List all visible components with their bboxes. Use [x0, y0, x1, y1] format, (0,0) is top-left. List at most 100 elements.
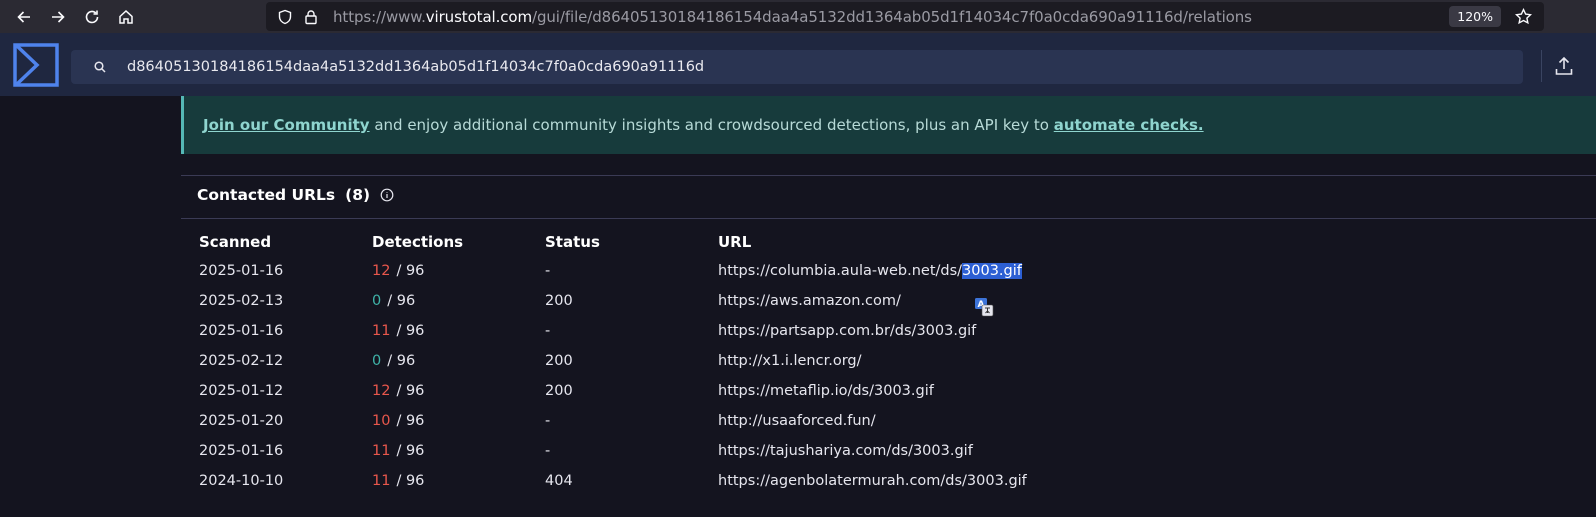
table-row[interactable]: 2025-02-12 0 / 96 200 http://x1.i.lencr.org/: [199, 346, 1299, 376]
back-button[interactable]: [7, 0, 41, 33]
translate-icon[interactable]: A: [974, 297, 994, 317]
home-button[interactable]: [109, 0, 143, 33]
star-icon[interactable]: [1515, 8, 1532, 25]
scanned-date: 2025-01-20: [199, 413, 284, 429]
status-code: -: [545, 413, 551, 429]
table-row[interactable]: 2025-01-12 12 / 96 200 https://metaflip.io/d…: [199, 376, 1299, 406]
detections-cell[interactable]: 12 / 96: [372, 263, 545, 279]
url-text: https://agenbolatermurah.com/ds/3003.gif: [718, 473, 1027, 489]
url-link[interactable]: http://x1.i.lencr.org/: [718, 353, 1218, 369]
community-banner: Join our Community and enjoy additional …: [181, 96, 1596, 154]
column-header-detections[interactable]: Detections: [372, 233, 545, 251]
detections-cell[interactable]: 0 / 96: [372, 353, 545, 369]
url-text: https://partsapp.com.br/ds/3003.gif: [718, 323, 977, 339]
section-title: Contacted URLs: [197, 186, 336, 204]
url-text: https://metaflip.io/ds/3003.gif: [718, 383, 934, 399]
detections-cell[interactable]: 0 / 96: [372, 293, 545, 309]
detections-cell[interactable]: 12 / 96: [372, 383, 545, 399]
address-bar[interactable]: https://www.virustotal.com/gui/file/d864…: [266, 2, 1544, 31]
detections-count: 11: [372, 323, 391, 339]
detections-count: 10: [372, 413, 391, 429]
info-icon[interactable]: [380, 188, 394, 202]
search-icon: [94, 61, 106, 73]
detections-cell[interactable]: 10 / 96: [372, 413, 545, 429]
detections-count: 0: [372, 293, 382, 309]
contacted-urls-table: Scanned Detections Status URL 2025-01-16…: [199, 228, 1299, 496]
url-link[interactable]: https://agenbolatermurah.com/ds/3003.gif: [718, 473, 1218, 489]
detections-total: / 96: [396, 443, 425, 459]
url-link[interactable]: https://metaflip.io/ds/3003.gif: [718, 383, 1218, 399]
url-selected-text: 3003.gif: [962, 263, 1022, 279]
detections-count: 12: [372, 383, 391, 399]
detections-total: / 96: [396, 263, 425, 279]
table-row[interactable]: 2025-01-16 12 / 96 - https://columbia.aula-w…: [199, 256, 1299, 286]
detections-count: 0: [372, 353, 382, 369]
column-header-url[interactable]: URL: [718, 233, 1218, 251]
table-row[interactable]: 2025-01-16 11 / 96 - https://partsapp.com.br…: [199, 316, 1299, 346]
url-text: https://columbia.aula-web.net/ds/: [718, 263, 963, 279]
detections-total: / 96: [396, 383, 425, 399]
column-header-scanned[interactable]: Scanned: [199, 233, 372, 251]
url-link[interactable]: http://usaaforced.fun/: [718, 413, 1218, 429]
url-text: https://aws.amazon.com/: [718, 293, 901, 309]
detections-cell[interactable]: 11 / 96: [372, 323, 545, 339]
automate-checks-link[interactable]: automate checks.: [1054, 116, 1204, 134]
table-row[interactable]: 2025-01-16 11 / 96 - https://tajushariya.com…: [199, 436, 1299, 466]
table-header: Scanned Detections Status URL: [199, 228, 1299, 256]
scanned-date: 2024-10-10: [199, 473, 284, 489]
vt-header: [0, 33, 1596, 96]
detections-cell[interactable]: 11 / 96: [372, 443, 545, 459]
table-body: 2025-01-16 12 / 96 - https://columbia.aula-w…: [199, 256, 1299, 496]
forward-arrow-icon: [52, 10, 65, 23]
scanned-date: 2025-02-12: [199, 353, 284, 369]
url-text[interactable]: https://www.virustotal.com/gui/file/d864…: [333, 8, 1252, 26]
scanned-date: 2025-01-16: [199, 263, 284, 279]
section-divider: [181, 218, 1596, 219]
url-text: https://tajushariya.com/ds/3003.gif: [718, 443, 973, 459]
url-link[interactable]: https://partsapp.com.br/ds/3003.gif: [718, 323, 1218, 339]
join-community-link[interactable]: Join our Community: [203, 116, 370, 134]
scanned-date: 2025-01-16: [199, 443, 284, 459]
status-code: 200: [545, 353, 573, 369]
back-arrow-icon: [17, 10, 30, 23]
detections-total: / 96: [387, 293, 416, 309]
search-box[interactable]: [71, 50, 1523, 84]
detections-count: 12: [372, 263, 391, 279]
section-divider: [181, 175, 1596, 176]
url-link[interactable]: https://columbia.aula-web.net/ds/3003.gi…: [718, 263, 1218, 279]
search-input[interactable]: [127, 59, 1507, 75]
scanned-date: 2025-01-16: [199, 323, 284, 339]
header-divider: [1541, 50, 1542, 82]
home-icon: [119, 9, 133, 24]
url-path: /gui/file/d86405130184186154daa4a5132dd1…: [532, 7, 1252, 26]
reload-icon: [85, 10, 99, 23]
column-header-status[interactable]: Status: [545, 233, 718, 251]
status-code: 200: [545, 383, 573, 399]
detections-total: / 96: [387, 353, 416, 369]
zoom-level-badge[interactable]: 120%: [1449, 6, 1501, 27]
url-text: http://x1.i.lencr.org/: [718, 353, 862, 369]
shield-icon[interactable]: [277, 9, 293, 25]
status-code: -: [545, 443, 551, 459]
url-text: http://usaaforced.fun/: [718, 413, 876, 429]
url-domain: virustotal.com: [425, 7, 533, 26]
status-code: 404: [545, 473, 573, 489]
virustotal-logo[interactable]: [13, 43, 59, 87]
detections-count: 11: [372, 473, 391, 489]
url-link[interactable]: https://tajushariya.com/ds/3003.gif: [718, 443, 1218, 459]
table-row[interactable]: 2025-02-13 0 / 96 200 https://aws.amazon.com…: [199, 286, 1299, 316]
upload-icon[interactable]: [1553, 55, 1575, 77]
status-code: -: [545, 323, 551, 339]
status-code: -: [545, 263, 551, 279]
detections-cell[interactable]: 11 / 96: [372, 473, 545, 489]
table-row[interactable]: 2025-01-20 10 / 96 - http://usaaforced.fun/: [199, 406, 1299, 436]
forward-button[interactable]: [41, 0, 75, 33]
detections-total: / 96: [396, 473, 425, 489]
browser-toolbar: https://www.virustotal.com/gui/file/d864…: [0, 0, 1596, 33]
lock-icon[interactable]: [304, 9, 318, 25]
scanned-date: 2025-01-12: [199, 383, 284, 399]
table-row[interactable]: 2024-10-10 11 / 96 404 https://agenbolatermu…: [199, 466, 1299, 496]
url-link[interactable]: https://aws.amazon.com/: [718, 293, 1218, 309]
reload-button[interactable]: [75, 0, 109, 33]
detections-total: / 96: [396, 323, 425, 339]
